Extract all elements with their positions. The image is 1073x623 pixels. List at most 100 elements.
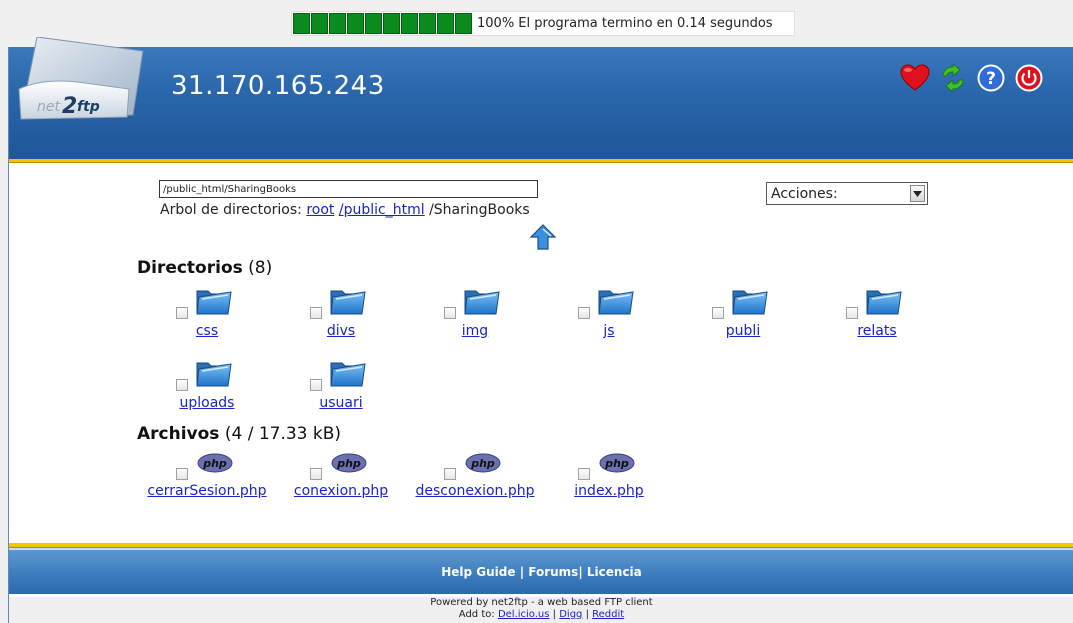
- add-to-delicious[interactable]: Del.icio.us: [498, 609, 550, 620]
- progress-block: [383, 13, 400, 34]
- powered-by: Powered by net2ftp - a web based FTP cli…: [9, 597, 1073, 623]
- select-checkbox[interactable]: [444, 468, 456, 480]
- progress-block: [401, 13, 418, 34]
- add-to-digg[interactable]: Digg: [559, 609, 582, 620]
- directory-item-uploads: uploads: [137, 357, 277, 419]
- php-file-icon[interactable]: php: [331, 453, 367, 477]
- select-checkbox[interactable]: [310, 379, 322, 391]
- folder-icon[interactable]: [731, 285, 769, 321]
- select-checkbox[interactable]: [578, 307, 590, 319]
- actions-select-value: Acciones:: [771, 185, 838, 202]
- select-checkbox[interactable]: [444, 307, 456, 319]
- file-item: php cerrarSesion.php: [137, 453, 277, 515]
- select-checkbox[interactable]: [176, 379, 188, 391]
- file-item: php index.php: [539, 453, 679, 515]
- progress-block: [347, 13, 364, 34]
- folder-icon[interactable]: [865, 285, 903, 321]
- directory-link[interactable]: uploads: [137, 395, 277, 411]
- select-checkbox[interactable]: [310, 307, 322, 319]
- files-count: (4 / 17.33 kB): [224, 424, 342, 444]
- folder-icon[interactable]: [329, 357, 367, 393]
- files-title: Archivos: [137, 424, 220, 444]
- progress-text: 100% El programa termino en 0.14 segundo…: [477, 16, 773, 31]
- directory-item-css: css: [137, 285, 277, 347]
- select-checkbox[interactable]: [578, 468, 590, 480]
- directory-link[interactable]: css: [137, 323, 277, 339]
- progress-block: [293, 13, 310, 34]
- footer-link-forums[interactable]: Forums: [528, 565, 578, 579]
- file-item: php desconexion.php: [405, 453, 545, 515]
- folder-icon[interactable]: [195, 357, 233, 393]
- file-link[interactable]: desconexion.php: [405, 483, 545, 499]
- folder-icon[interactable]: [329, 285, 367, 321]
- breadcrumb-public-html[interactable]: /public_html: [339, 202, 425, 218]
- php-file-icon[interactable]: php: [465, 453, 501, 477]
- directory-item-img: img: [405, 285, 545, 347]
- progress-bar: 100% El programa termino en 0.14 segundo…: [291, 11, 795, 36]
- folder-icon[interactable]: [597, 285, 635, 321]
- folder-icon[interactable]: [195, 285, 233, 321]
- header: net 2 ftp 31.170.165.243 ?: [9, 37, 1073, 159]
- breadcrumb-label: Arbol de directorios:: [160, 202, 302, 218]
- progress-block: [419, 13, 436, 34]
- directory-item-js: js: [539, 285, 679, 347]
- directory-link[interactable]: divs: [271, 323, 411, 339]
- file-link[interactable]: index.php: [539, 483, 679, 499]
- progress-block: [455, 13, 472, 34]
- select-checkbox[interactable]: [310, 468, 322, 480]
- directory-item-publi: publi: [673, 285, 813, 347]
- directory-item-divs: divs: [271, 285, 411, 347]
- footer-link-licencia[interactable]: Licencia: [587, 565, 642, 579]
- directory-link[interactable]: publi: [673, 323, 813, 339]
- breadcrumb-root[interactable]: root: [306, 202, 334, 218]
- footer-link-help-guide[interactable]: Help Guide: [441, 565, 515, 579]
- progress-block: [437, 13, 454, 34]
- file-link[interactable]: cerrarSesion.php: [137, 483, 277, 499]
- add-to-reddit[interactable]: Reddit: [592, 609, 624, 620]
- svg-text:php: php: [604, 457, 629, 470]
- folder-icon[interactable]: [463, 285, 501, 321]
- host-title: 31.170.165.243: [171, 71, 385, 101]
- refresh-icon[interactable]: [938, 63, 968, 93]
- select-checkbox[interactable]: [176, 468, 188, 480]
- progress-block: [365, 13, 382, 34]
- progress-blocks: [292, 12, 472, 35]
- php-file-icon[interactable]: php: [599, 453, 635, 477]
- directory-link[interactable]: js: [539, 323, 679, 339]
- logout-icon[interactable]: [1014, 63, 1044, 93]
- header-icons: ?: [900, 63, 1044, 93]
- directories-heading: Directorios (8): [137, 258, 272, 278]
- header-divider: [9, 159, 1073, 167]
- files-heading: Archivos (4 / 17.33 kB): [137, 424, 341, 444]
- svg-text:2: 2: [62, 94, 77, 119]
- directories-count: (8): [248, 258, 273, 278]
- powered-text: Powered by net2ftp - a web based FTP cli…: [430, 597, 653, 608]
- select-checkbox[interactable]: [846, 307, 858, 319]
- help-icon[interactable]: ?: [976, 63, 1006, 93]
- progress-block: [311, 13, 328, 34]
- directory-link[interactable]: img: [405, 323, 545, 339]
- svg-text:?: ?: [986, 69, 996, 89]
- directory-link[interactable]: usuari: [271, 395, 411, 411]
- breadcrumb-current: /SharingBooks: [429, 202, 530, 218]
- php-file-icon[interactable]: php: [197, 453, 233, 477]
- add-to-label: Add to:: [458, 609, 495, 620]
- footer-bar: Help Guide | Forums | Licencia: [9, 550, 1073, 594]
- svg-text:net: net: [37, 99, 60, 115]
- svg-text:ftp: ftp: [77, 99, 100, 115]
- actions-select[interactable]: Acciones:: [766, 182, 928, 205]
- svg-text:php: php: [336, 457, 361, 470]
- breadcrumb: Arbol de directorios: root /public_html …: [160, 202, 530, 218]
- select-checkbox[interactable]: [176, 307, 188, 319]
- svg-text:php: php: [470, 457, 495, 470]
- up-directory-icon[interactable]: [529, 223, 557, 251]
- select-checkbox[interactable]: [712, 307, 724, 319]
- file-item: php conexion.php: [271, 453, 411, 515]
- directory-input[interactable]: [159, 180, 538, 198]
- directory-item-relats: relats: [807, 285, 947, 347]
- file-link[interactable]: conexion.php: [271, 483, 411, 499]
- bookmark-heart-icon[interactable]: [900, 63, 930, 93]
- directory-link[interactable]: relats: [807, 323, 947, 339]
- net2ftp-logo: net 2 ftp: [18, 37, 144, 120]
- chevron-down-icon[interactable]: [910, 185, 925, 202]
